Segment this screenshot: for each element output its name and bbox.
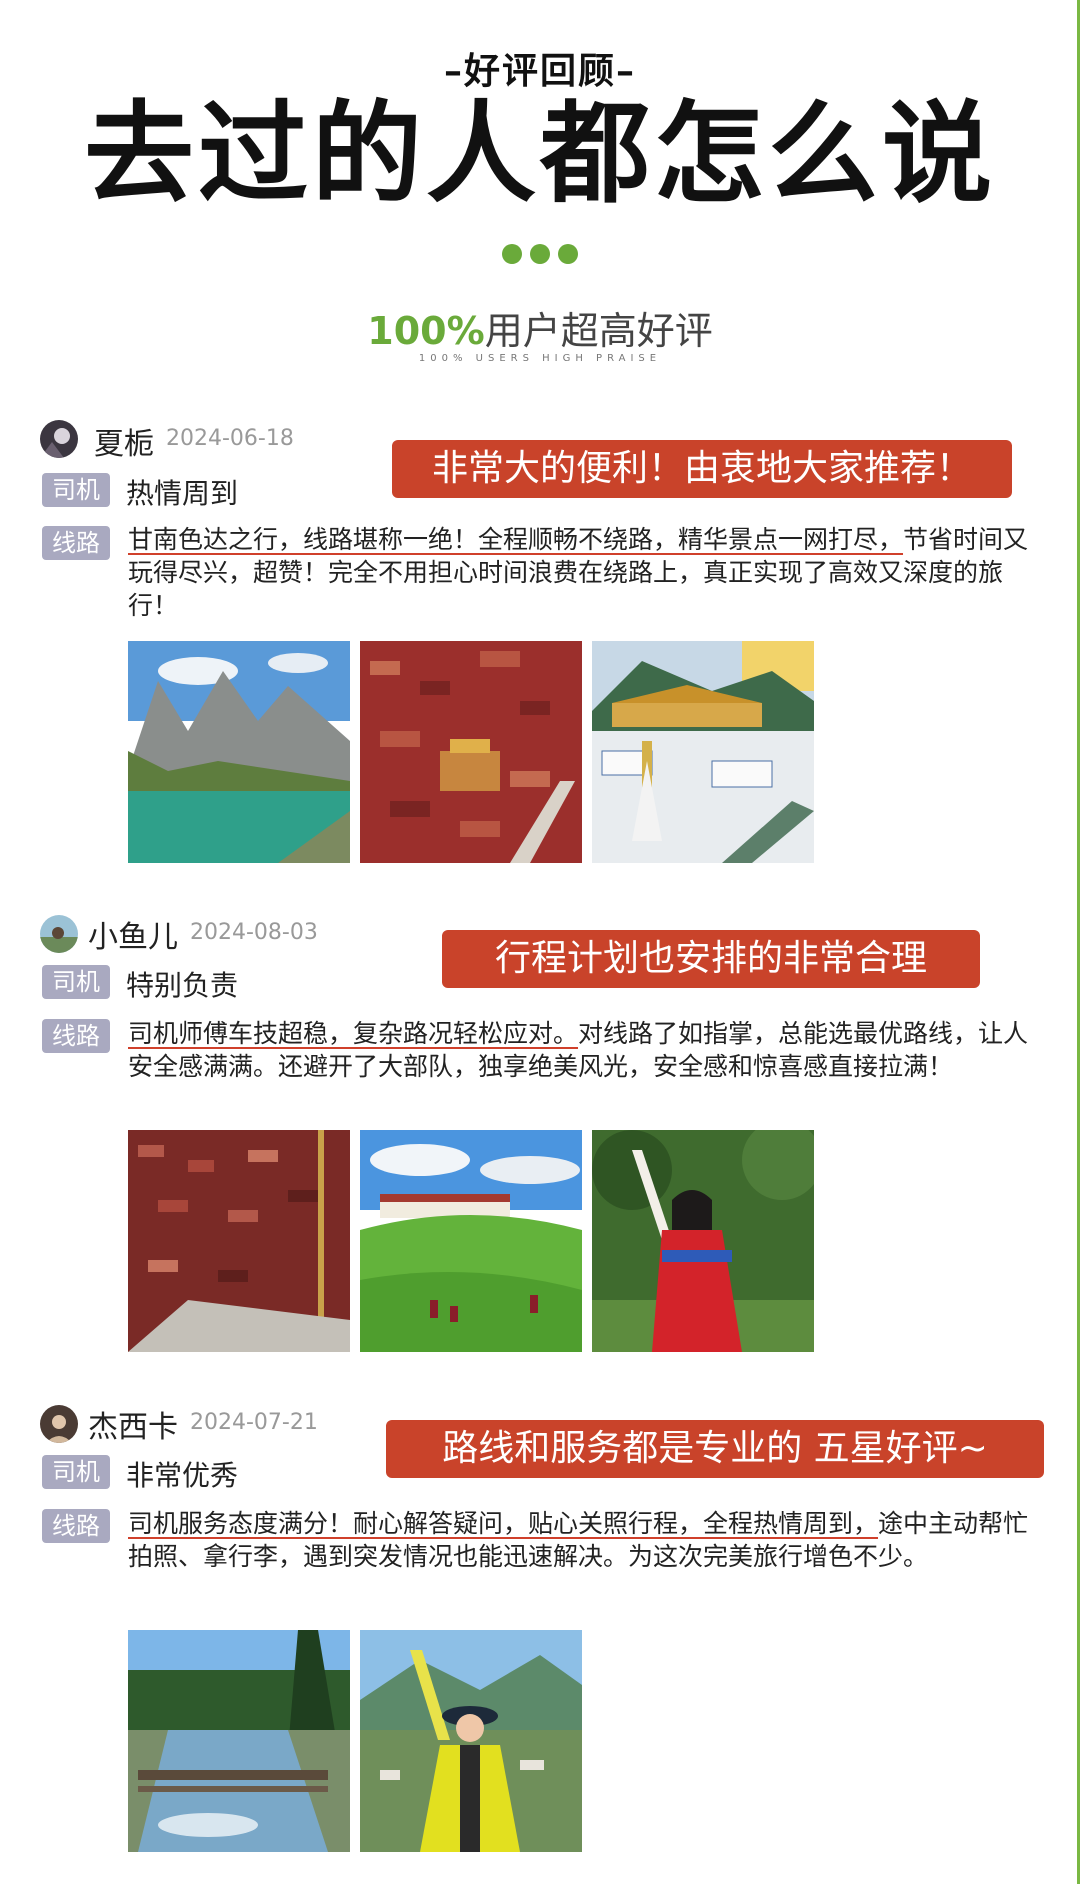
photo-row [128,641,814,863]
review-date: 2024-08-03 [190,920,318,945]
praise-headline: 100%用户超高好评 [0,300,1080,355]
dot-icon [530,244,550,264]
green-grassland-photo[interactable] [360,1130,582,1352]
route-highlight: 司机师傅车技超稳，复杂路况轻松应对。 [128,1019,579,1048]
tibetan-temple-photo[interactable] [592,641,814,863]
review-date: 2024-07-21 [190,1410,318,1435]
route-comment: 司机师傅车技超稳，复杂路况轻松应对。对线路了如指掌，总能选最优路线，让人安全感满… [128,1017,1036,1083]
route-tag: 线路 [42,1509,110,1543]
photo-row [128,1630,582,1852]
driver-comment: 非常优秀 [126,1459,239,1492]
route-highlight: 司机服务态度满分！耐心解答疑问，贴心关照行程，全程热情周到， [128,1509,879,1538]
review-banner: 行程计划也安排的非常合理 [442,930,980,988]
driver-tag: 司机 [42,473,110,507]
avatar[interactable] [40,915,78,953]
route-comment: 司机服务态度满分！耐心解答疑问，贴心关照行程，全程热情周到，途中主动帮忙拍照、拿… [128,1507,1036,1573]
dot-icon [502,244,522,264]
praise-text: 用户超高好评 [484,309,713,353]
hiker-yellow-jacket-photo[interactable] [360,1630,582,1852]
section-kicker: –好评回顾– [443,50,636,92]
review-banner: 非常大的便利！由衷地大家推荐！ [392,440,1012,498]
decorative-dots [0,244,1080,264]
monastery-red-houses-photo[interactable] [360,641,582,863]
route-tag: 线路 [42,1019,110,1053]
alpine-lake-photo[interactable] [128,641,350,863]
praise-percent: 100% [367,309,485,353]
route-comment: 甘南色达之行，线路堪称一绝！全程顺畅不绕路，精华景点一网打尽，节省时间又玩得尽兴… [128,523,1036,622]
driver-tag: 司机 [42,965,110,999]
user-name: 夏栀 [94,427,154,462]
avatar[interactable] [40,420,78,458]
forest-stream-photo[interactable] [128,1630,350,1852]
route-highlight: 甘南色达之行，线路堪称一绝！全程顺畅不绕路，精华景点一网打尽， [128,525,904,554]
review-banner: 路线和服务都是专业的 五星好评~ [386,1420,1044,1478]
driver-tag: 司机 [42,1455,110,1489]
review-date: 2024-06-18 [166,426,294,451]
driver-comment: 特别负责 [126,969,239,1002]
dot-icon [558,244,578,264]
user-name: 杰西卡 [88,1410,178,1445]
driver-comment: 热情周到 [126,477,239,510]
photo-row [128,1130,814,1352]
page-title: 去过的人都怎么说 [84,89,996,218]
avatar[interactable] [40,1405,78,1443]
route-tag: 线路 [42,526,110,560]
red-hillside-houses-photo[interactable] [128,1130,350,1352]
praise-subtitle: 100% USERS HIGH PRAISE [418,353,662,364]
tibetan-costume-girl-photo[interactable] [592,1130,814,1352]
user-name: 小鱼儿 [88,920,178,955]
